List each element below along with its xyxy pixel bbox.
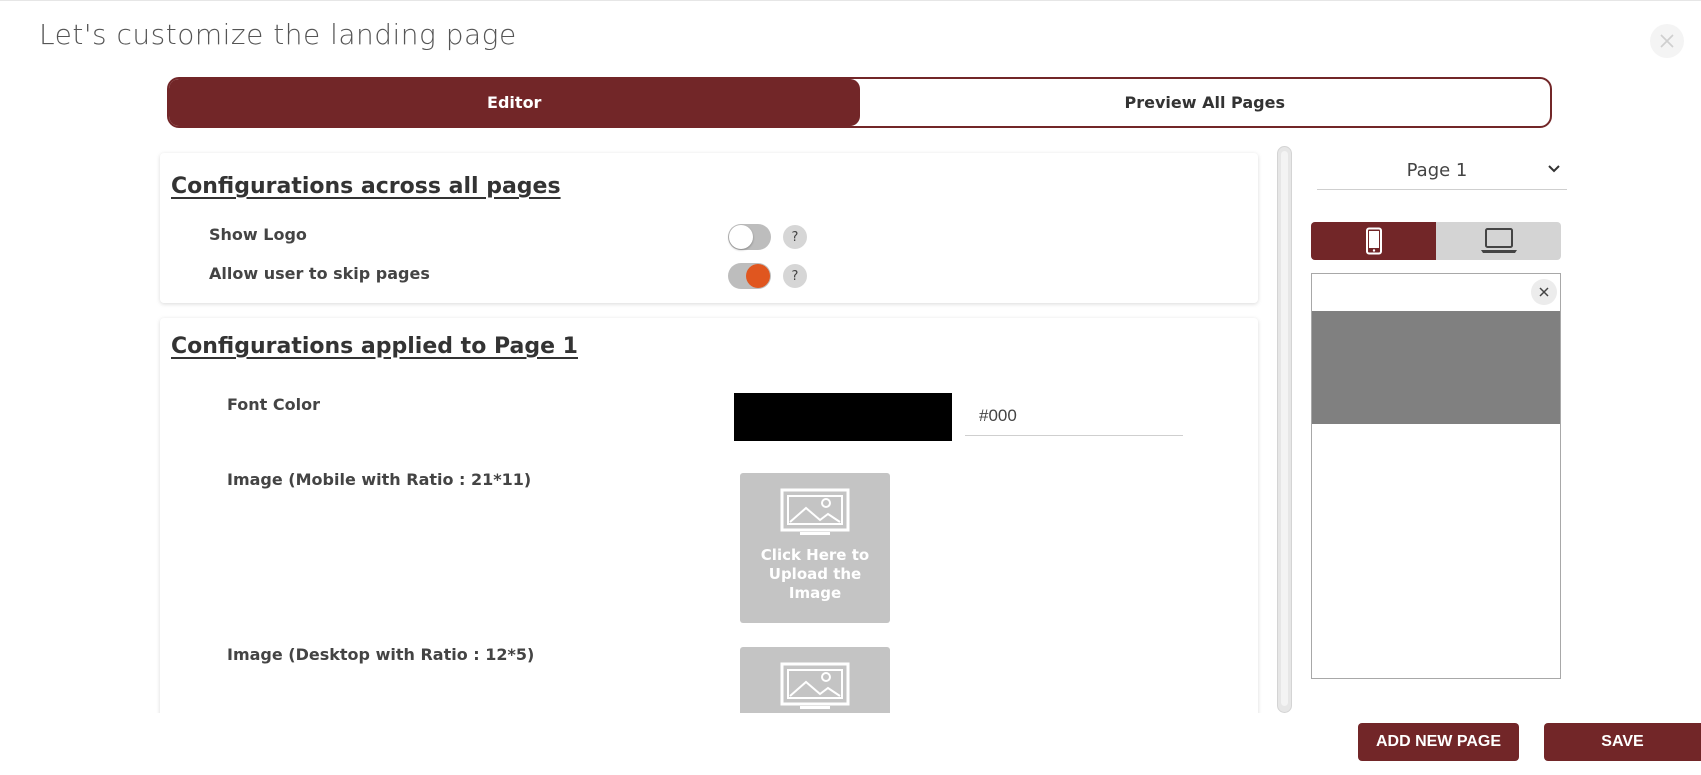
image-desktop-label: Image (Desktop with Ratio : 12*5) (227, 645, 535, 664)
show-logo-label: Show Logo (209, 225, 307, 244)
page-config-heading: Configurations applied to Page 1 (171, 334, 578, 359)
tab-preview-all-pages[interactable]: Preview All Pages (860, 79, 1551, 126)
chevron-down-icon (1548, 165, 1560, 173)
top-divider (0, 0, 1701, 1)
save-button[interactable]: SAVE (1544, 723, 1701, 761)
add-new-page-button[interactable]: ADD NEW PAGE (1358, 723, 1519, 761)
image-icon (780, 662, 850, 709)
skip-pages-label: Allow user to skip pages (209, 264, 430, 283)
close-icon (1539, 287, 1549, 297)
font-color-swatch[interactable] (734, 393, 952, 441)
editor-tabbar: Editor Preview All Pages (167, 77, 1552, 128)
upload-desktop-image[interactable]: Click Here to Upload the Image (740, 647, 890, 713)
scrollbar-thumb[interactable] (1281, 151, 1288, 706)
toggle-knob (746, 264, 770, 288)
font-color-label: Font Color (227, 395, 320, 414)
skip-pages-help-icon[interactable]: ? (783, 264, 807, 288)
image-mobile-label: Image (Mobile with Ratio : 21*11) (227, 470, 532, 489)
device-toggle (1311, 222, 1561, 260)
page-select[interactable]: Page 1 (1317, 152, 1567, 190)
close-icon (1660, 34, 1674, 48)
toggle-knob (729, 225, 753, 249)
editor-scrollbar[interactable] (1277, 146, 1292, 713)
upload-hint: Click Here to Upload the Image (760, 546, 870, 602)
global-config-heading: Configurations across all pages (171, 174, 561, 199)
global-config-card: Configurations across all pages Show Log… (160, 153, 1258, 303)
font-color-input[interactable] (965, 396, 1183, 436)
page-select-value: Page 1 (1406, 160, 1468, 181)
image-icon (780, 488, 850, 535)
tab-editor[interactable]: Editor (169, 79, 860, 126)
upload-mobile-image[interactable]: Click Here to Upload the Image (740, 473, 890, 623)
preview-close-button[interactable] (1531, 279, 1557, 305)
modal-title: Let's customize the landing page (39, 18, 517, 51)
page-preview (1311, 273, 1561, 679)
desktop-view-button[interactable] (1436, 222, 1561, 260)
editor-pane: Configurations across all pages Show Log… (152, 146, 1264, 713)
mobile-icon (1365, 227, 1382, 255)
mobile-view-button[interactable] (1311, 222, 1436, 260)
preview-banner (1312, 311, 1560, 424)
show-logo-toggle[interactable] (728, 224, 771, 250)
skip-pages-toggle[interactable] (728, 263, 771, 289)
laptop-icon (1480, 228, 1517, 253)
close-button[interactable] (1650, 24, 1684, 58)
show-logo-help-icon[interactable]: ? (783, 225, 807, 249)
page-config-card: Configurations applied to Page 1 Font Co… (160, 318, 1258, 713)
